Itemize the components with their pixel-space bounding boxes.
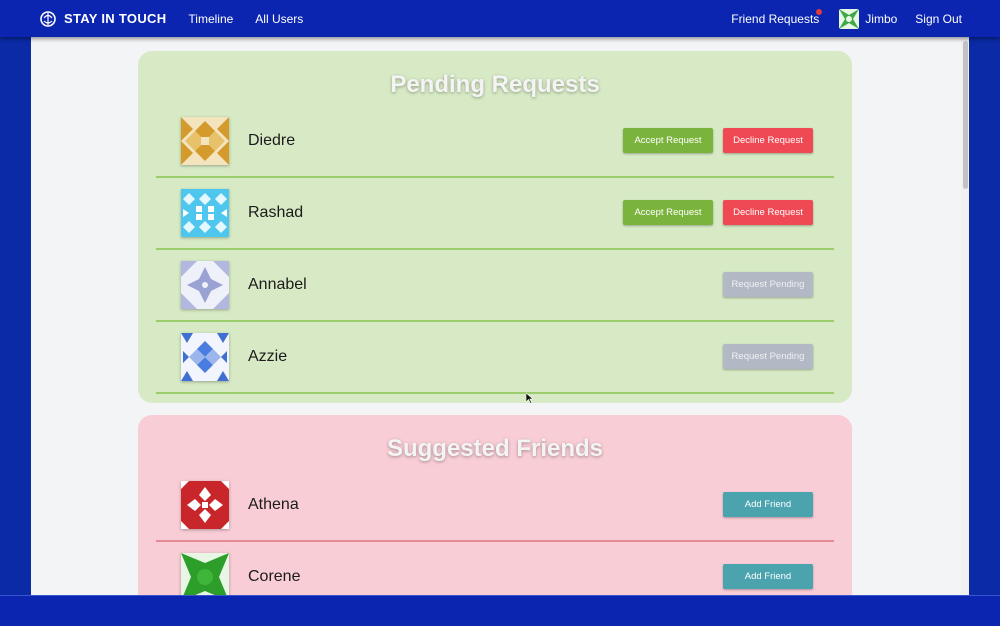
bottom-bar: [0, 595, 1000, 626]
request-pending-button[interactable]: Request Pending: [723, 344, 813, 369]
mouse-cursor-icon: [526, 393, 534, 404]
avatar: [181, 116, 229, 165]
friend-requests-label: Friend Requests: [731, 11, 820, 26]
nav-link-all-users[interactable]: All Users: [255, 12, 303, 26]
scrollbar-track[interactable]: [961, 37, 969, 595]
suggested-friends-title: Suggested Friends: [386, 435, 604, 462]
sign-out-link[interactable]: Sign Out: [915, 12, 962, 26]
user-name: Diedre: [248, 131, 296, 149]
avatar: [181, 260, 229, 309]
avatar: [181, 552, 229, 595]
accept-request-button[interactable]: Accept Request: [623, 200, 713, 225]
nav-link-friend-requests[interactable]: Friend Requests: [731, 8, 823, 26]
avatar: [181, 332, 229, 381]
list-item: Azzie Request Pending: [156, 321, 834, 394]
add-friend-button[interactable]: Add Friend: [723, 564, 813, 589]
request-pending-button[interactable]: Request Pending: [723, 272, 813, 297]
top-navbar: STAY IN TOUCH Timeline All Users Friend …: [0, 0, 1000, 37]
decline-request-button[interactable]: Decline Request: [723, 128, 813, 153]
user-avatar[interactable]: [839, 8, 860, 29]
pending-requests-panel: Pending Requests Diedre Accept Request D…: [138, 51, 852, 403]
list-item: Rashad Accept Request Decline Request: [156, 177, 834, 250]
main-content: Pending Requests Diedre Accept Request D…: [31, 37, 969, 595]
list-item: Annabel Request Pending: [156, 249, 834, 322]
user-name: Corene: [248, 567, 301, 585]
brain-logo-icon: [40, 10, 56, 27]
add-friend-button[interactable]: Add Friend: [723, 492, 813, 517]
notification-dot: [816, 8, 823, 15]
nav-link-timeline[interactable]: Timeline: [188, 12, 233, 26]
accept-request-button[interactable]: Accept Request: [623, 128, 713, 153]
user-name: Annabel: [248, 275, 307, 293]
pending-requests-title: Pending Requests: [390, 71, 600, 98]
list-item: Diedre Accept Request Decline Request: [156, 105, 834, 178]
list-item: Corene Add Friend: [156, 541, 834, 595]
brand[interactable]: STAY IN TOUCH: [38, 9, 166, 29]
avatar: [181, 480, 229, 529]
avatar: [181, 188, 229, 237]
brand-name: STAY IN TOUCH: [64, 11, 167, 26]
decline-request-button[interactable]: Decline Request: [723, 200, 813, 225]
user-name: Azzie: [248, 347, 288, 365]
scrollbar-thumb[interactable]: [963, 41, 968, 189]
user-name: Athena: [248, 495, 299, 513]
user-name[interactable]: Jimbo: [865, 12, 897, 26]
suggested-friends-panel: Suggested Friends Athena Add Friend Core…: [138, 415, 852, 595]
user-name: Rashad: [248, 203, 304, 221]
list-item: Athena Add Friend: [156, 469, 834, 542]
